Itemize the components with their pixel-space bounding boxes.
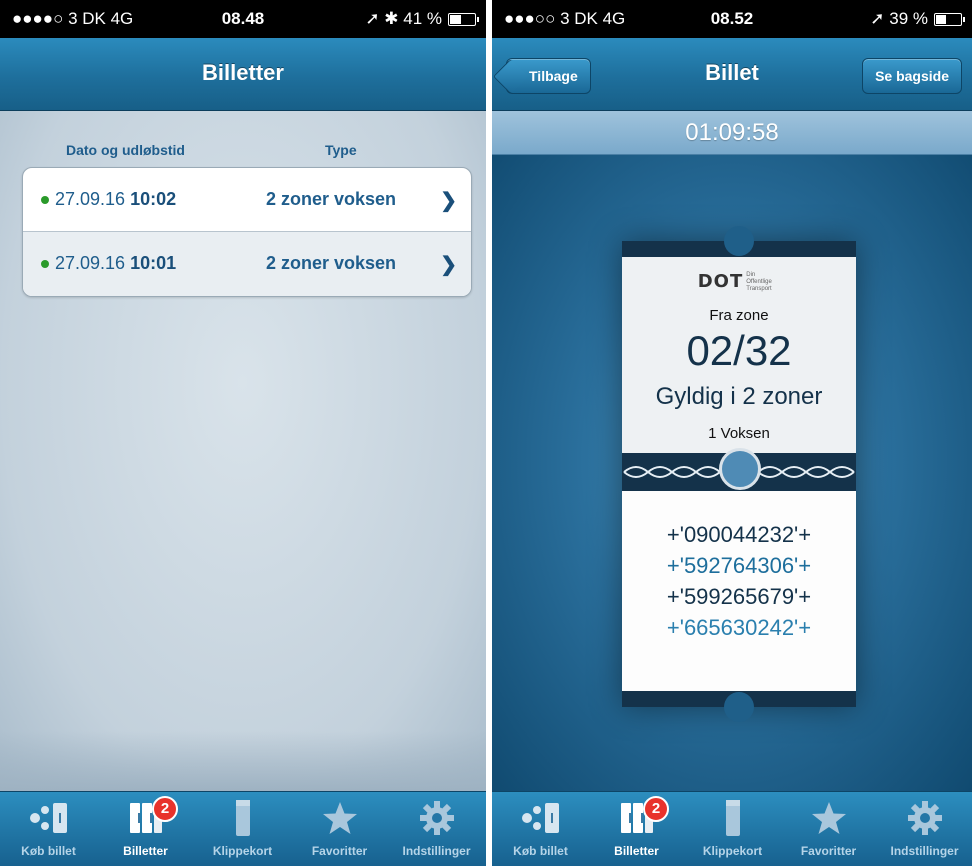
ticket-row[interactable]: 27.09.16 10:02 2 zoner voksen ❯ bbox=[23, 168, 471, 232]
punch-card-icon bbox=[194, 800, 291, 836]
battery-icon bbox=[934, 12, 965, 26]
ticket-row[interactable]: 27.09.16 10:01 2 zoner voksen ❯ bbox=[23, 232, 471, 296]
battery-fill bbox=[450, 14, 461, 24]
status-bar: ●●●●○ 3 DK 4G 08.48 ➚ ✱ 41 % bbox=[0, 0, 486, 38]
tab-settings[interactable]: Indstillinger bbox=[876, 792, 972, 866]
ticket-codes: +'090044232'+ +'592764306'+ +'599265679'… bbox=[622, 519, 856, 643]
tab-label: Køb billet bbox=[21, 844, 76, 858]
ticket-date-value: 27.09.16 bbox=[55, 189, 126, 209]
ticket-code: +'090044232'+ bbox=[666, 522, 812, 547]
tab-buy-ticket[interactable]: Køb billet bbox=[492, 792, 589, 866]
ticket-code: +'592764306'+ bbox=[666, 553, 812, 578]
tab-label: Favoritter bbox=[311, 844, 368, 858]
ticket-time: 10:02 bbox=[130, 189, 177, 209]
ticket-card: DOT Din Offentlige Transport Fra zone 02/… bbox=[622, 226, 856, 722]
tickets-list-screen: ●●●●○ 3 DK 4G 08.48 ➚ ✱ 41 % Billetter D… bbox=[0, 0, 486, 866]
ticket-date: 27.09.16 10:02 bbox=[55, 189, 176, 210]
ticket-type: 2 zoner voksen bbox=[266, 189, 397, 209]
from-zone-label: Fra zone bbox=[709, 307, 769, 324]
tab-label: Billetter bbox=[614, 844, 659, 858]
star-icon bbox=[291, 800, 388, 836]
tab-buy-ticket[interactable]: Køb billet bbox=[0, 792, 97, 866]
ticket-date: 27.09.16 10:01 bbox=[55, 253, 176, 274]
battery-icon bbox=[448, 12, 479, 26]
type-column-header: Type bbox=[325, 142, 357, 158]
passenger-count: 1 Voksen bbox=[708, 425, 770, 442]
active-dot-icon bbox=[41, 196, 49, 204]
ticket-notch-bottom bbox=[724, 692, 754, 722]
zone-number: 02/32 bbox=[686, 327, 792, 374]
tab-punch-card[interactable]: Klippekort bbox=[684, 792, 781, 866]
buy-ticket-icon bbox=[0, 800, 97, 836]
buy-ticket-icon bbox=[492, 800, 589, 836]
tab-label: Køb billet bbox=[513, 844, 568, 858]
star-icon bbox=[780, 800, 877, 836]
tickets-badge: 2 bbox=[152, 796, 178, 822]
status-right: ➚ 39 % bbox=[870, 9, 965, 29]
tickets-icon bbox=[97, 800, 194, 836]
tab-bar: Køb billet 2 Billetter Klippekort Favori… bbox=[492, 791, 972, 866]
ticket-list: 27.09.16 10:02 2 zoner voksen ❯ 27.09.16… bbox=[22, 167, 472, 297]
ticket-time: 10:01 bbox=[130, 253, 177, 273]
ticket-code: +'599265679'+ bbox=[666, 584, 812, 609]
countdown-timer: 01:09:58 bbox=[492, 111, 972, 155]
ticket-date-value: 27.09.16 bbox=[55, 253, 126, 273]
ticket-detail-screen: ●●●○○ 3 DK 4G 08.52 ➚ 39 % Tilbage Bille… bbox=[492, 0, 972, 866]
status-icons-text: ➚ ✱ 41 % bbox=[365, 9, 442, 28]
date-column-header: Dato og udløbstid bbox=[66, 142, 185, 158]
status-right: ➚ ✱ 41 % bbox=[365, 9, 479, 29]
ticket-hole bbox=[719, 448, 761, 490]
chevron-right-icon: ❯ bbox=[440, 254, 457, 276]
tickets-badge: 2 bbox=[643, 796, 669, 822]
city-skyline bbox=[0, 731, 486, 791]
chevron-right-icon: ❯ bbox=[440, 190, 457, 212]
tab-tickets[interactable]: 2 Billetter bbox=[97, 792, 194, 866]
nav-bar: Billetter bbox=[0, 38, 486, 111]
punch-card-icon bbox=[684, 800, 781, 836]
tab-settings[interactable]: Indstillinger bbox=[388, 792, 485, 866]
tab-label: Klippekort bbox=[212, 844, 273, 858]
tab-favorites[interactable]: Favoritter bbox=[780, 792, 877, 866]
ticket-type: 2 zoner voksen bbox=[266, 253, 397, 273]
gear-icon bbox=[876, 800, 972, 836]
tab-punch-card[interactable]: Klippekort bbox=[194, 792, 291, 866]
valid-zones: Gyldig i 2 zoner bbox=[655, 383, 823, 410]
tab-favorites[interactable]: Favoritter bbox=[291, 792, 388, 866]
dot-logo: DOT Din Offentlige Transport bbox=[622, 271, 856, 293]
tab-label: Billetter bbox=[123, 844, 168, 858]
status-bar: ●●●○○ 3 DK 4G 08.52 ➚ 39 % bbox=[492, 0, 972, 38]
nav-bar: Tilbage Billet Se bagside bbox=[492, 38, 972, 111]
logo-text: DOT bbox=[697, 271, 744, 292]
page-title: Billetter bbox=[202, 60, 284, 85]
active-dot-icon bbox=[41, 260, 49, 268]
gear-icon bbox=[388, 800, 485, 836]
ticket-notch-top bbox=[724, 226, 754, 256]
battery-fill bbox=[936, 14, 947, 24]
logo-subtext: Din Offentlige Transport bbox=[746, 272, 772, 293]
tab-label: Indstillinger bbox=[402, 844, 471, 858]
tab-bar: Køb billet 2 Billetter Klippekort Favori… bbox=[0, 791, 486, 866]
ticket-upper: DOT Din Offentlige Transport Fra zone 02/… bbox=[622, 257, 856, 453]
tickets-icon bbox=[588, 800, 685, 836]
tab-label: Favoritter bbox=[800, 844, 857, 858]
ticket-code: +'665630242'+ bbox=[666, 615, 812, 640]
see-back-button[interactable]: Se bagside bbox=[862, 58, 962, 94]
tab-label: Klippekort bbox=[702, 844, 763, 858]
tab-tickets[interactable]: 2 Billetter bbox=[588, 792, 685, 866]
tab-label: Indstillinger bbox=[890, 844, 959, 858]
status-icons-text: ➚ 39 % bbox=[870, 9, 928, 28]
